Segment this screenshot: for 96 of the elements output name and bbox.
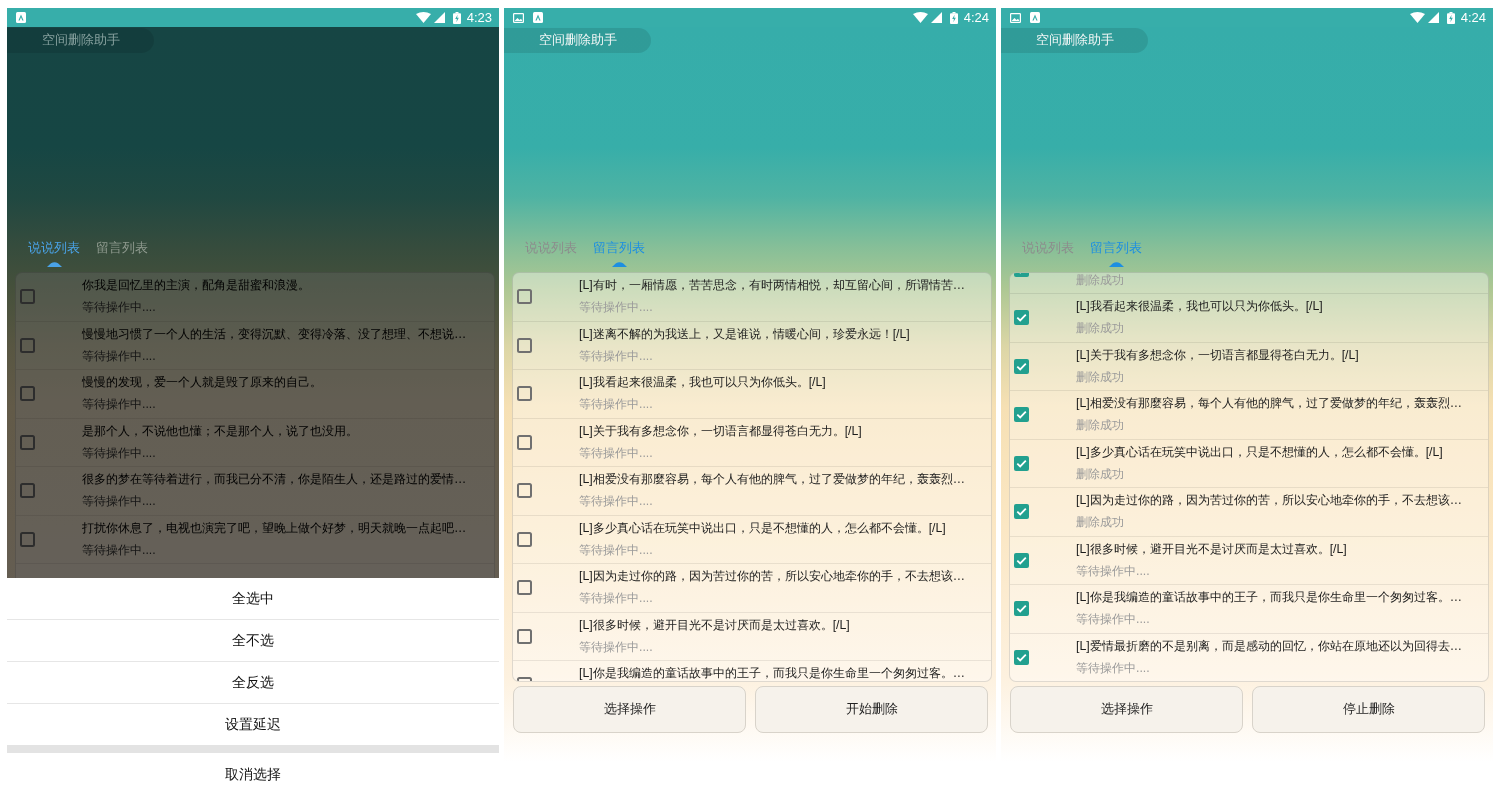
action-button[interactable]: 选择操作 (1010, 686, 1243, 733)
item-text: [L]你是我编造的童话故事中的王子，而我只是你生命里一个匆匆过客。… (1076, 589, 1462, 606)
app-title: 空间删除助手 (504, 28, 651, 53)
checkbox[interactable] (517, 434, 532, 450)
checkbox[interactable] (1014, 407, 1029, 423)
app-title: 空间删除助手 (7, 28, 154, 53)
item-status: 等待操作中.... (1076, 611, 1151, 628)
app-notification-icon (1030, 12, 1040, 23)
action-button[interactable]: 停止删除 (1252, 686, 1485, 733)
battery-charging-icon (452, 11, 461, 24)
item-status: 删除成功 (1076, 465, 1125, 483)
item-text: [L]迷离不解的为我送上，又是谁说，情暖心间，珍爱永远！[/L] (579, 325, 910, 343)
item-status: 等待操作中.... (579, 541, 654, 559)
item-text: 慢慢的发现，爱一个人就是毁了原来的自己。 (82, 374, 322, 391)
item-text: [L]因为走过你的路，因为苦过你的苦，所以安心地牵你的手，不去想该… (1076, 492, 1462, 509)
item-text: [L]爱情最折磨的不是别离，而是感动的回忆，你站在原地还以为回得去… (1076, 637, 1462, 655)
item-status: 等待操作中.... (579, 347, 654, 365)
action-button[interactable]: 选择操作 (513, 686, 746, 733)
item-status: 等待操作中.... (579, 299, 654, 316)
item-text: [L]相爱没有那麼容易，每个人有他的脾气，过了爱做梦的年纪，轰轰烈… (1076, 395, 1462, 412)
battery-charging-icon (949, 11, 958, 24)
wifi-icon (912, 12, 928, 23)
checkbox[interactable] (20, 289, 35, 305)
item-status: 等待操作中.... (579, 493, 654, 510)
image-icon (1010, 12, 1021, 23)
checkbox[interactable] (1014, 310, 1029, 326)
signal-icon (433, 12, 445, 23)
wifi-icon (415, 12, 431, 23)
checkbox[interactable] (1014, 455, 1029, 471)
image-icon (513, 12, 524, 23)
checkbox[interactable] (20, 434, 35, 450)
item-text: [L]因为走过你的路，因为苦过你的苦，所以安心地牵你的手，不去想该… (579, 568, 965, 585)
signal-icon (1427, 12, 1439, 23)
item-status: 等待操作中.... (82, 299, 157, 316)
item-status: 等待操作中.... (579, 590, 654, 607)
tab-indicator-icon (1108, 262, 1124, 267)
status-time: 4:23 (466, 9, 492, 27)
item-text: [L]很多时候，避开目光不是讨厌而是太过喜欢。[/L] (579, 616, 850, 634)
checkbox[interactable] (517, 289, 532, 305)
item-text: 很多的梦在等待着进行，而我已分不清，你是陌生人，还是路过的爱情… (82, 471, 467, 488)
tab-indicator-icon (611, 262, 627, 267)
item-text: [L]很多时候，避开目光不是讨厌而是太过喜欢。[/L] (1076, 540, 1347, 558)
item-status: 等待操作中.... (579, 444, 654, 462)
wifi-icon (1409, 12, 1425, 23)
item-status: 等待操作中.... (82, 541, 157, 559)
item-status: 等待操作中.... (579, 638, 654, 656)
item-status: 删除成功 (1076, 273, 1124, 289)
item-text: 打扰你休息了，电视也演完了吧，望晚上做个好梦，明天就晚一点起吧… (82, 519, 467, 537)
checkbox[interactable] (20, 531, 35, 547)
checkbox[interactable] (517, 483, 532, 499)
checkbox[interactable] (517, 531, 532, 547)
tab[interactable]: 说说列表 (28, 238, 80, 268)
item-text: [L]有时，一厢情愿，苦苦思念，有时两情相悦，却互留心间，所谓情苦… (579, 277, 965, 294)
action-button[interactable]: 开始删除 (755, 686, 988, 733)
item-text: [L]我看起来很温柔，我也可以只为你低头。[/L] (579, 374, 826, 391)
item-status: 删除成功 (1076, 417, 1125, 434)
item-status: 等待操作中.... (1076, 562, 1151, 580)
battery-charging-icon (1446, 11, 1455, 24)
checkbox[interactable] (1014, 601, 1029, 617)
status-time: 4:24 (963, 9, 989, 27)
app-notification-icon (16, 12, 26, 23)
checkbox[interactable] (517, 628, 532, 644)
tab-indicator-icon (46, 262, 62, 267)
item-status: 等待操作中.... (82, 444, 157, 462)
item-text: 你我是回忆里的主演，配角是甜蜜和浪漫。 (82, 277, 310, 294)
item-text: [L]你是我编造的童话故事中的王子，而我只是你生命里一个匆匆过客。… (579, 665, 965, 681)
checkbox[interactable] (1014, 649, 1029, 665)
item-text: [L]多少真心话在玩笑中说出口，只是不想懂的人，怎么都不会懂。[/L] (1076, 443, 1443, 461)
checkbox[interactable] (517, 386, 532, 402)
status-time: 4:24 (1460, 9, 1486, 27)
item-status: 删除成功 (1076, 514, 1125, 531)
item-status: 等待操作中.... (82, 396, 157, 413)
item-text: [L]关于我有多想念你，一切语言都显得苍白无力。[/L] (1076, 346, 1359, 364)
item-status: 等待操作中.... (82, 493, 157, 510)
item-status: 等待操作中.... (1076, 659, 1151, 677)
checkbox[interactable] (1014, 358, 1029, 374)
app-notification-icon (533, 12, 543, 23)
item-text: 慢慢地习惯了一个人的生活，变得沉默、变得冷落、没了想理、不想说… (82, 325, 467, 343)
checkbox[interactable] (20, 483, 35, 499)
item-status: 等待操作中.... (579, 396, 654, 413)
item-status: 删除成功 (1076, 320, 1125, 337)
item-status: 删除成功 (1076, 368, 1125, 386)
item-text: [L]关于我有多想念你，一切语言都显得苍白无力。[/L] (579, 422, 862, 440)
item-text: [L]相爱没有那麼容易，每个人有他的脾气，过了爱做梦的年纪，轰轰烈… (579, 471, 965, 488)
checkbox[interactable] (20, 337, 35, 353)
signal-icon (930, 12, 942, 23)
checkbox[interactable] (517, 580, 532, 596)
checkbox[interactable] (1014, 504, 1029, 520)
checkbox[interactable] (1014, 552, 1029, 568)
item-text: [L]多少真心话在玩笑中说出口，只是不想懂的人，怎么都不会懂。[/L] (579, 519, 946, 537)
app-title: 空间删除助手 (1001, 28, 1148, 53)
item-status: 等待操作中.... (82, 347, 157, 365)
checkbox[interactable] (20, 386, 35, 402)
item-text: [L]我看起来很温柔，我也可以只为你低头。[/L] (1076, 298, 1323, 315)
checkbox[interactable] (517, 337, 532, 353)
item-text: 是那个人，不说他也懂；不是那个人，说了也没用。 (82, 422, 358, 440)
